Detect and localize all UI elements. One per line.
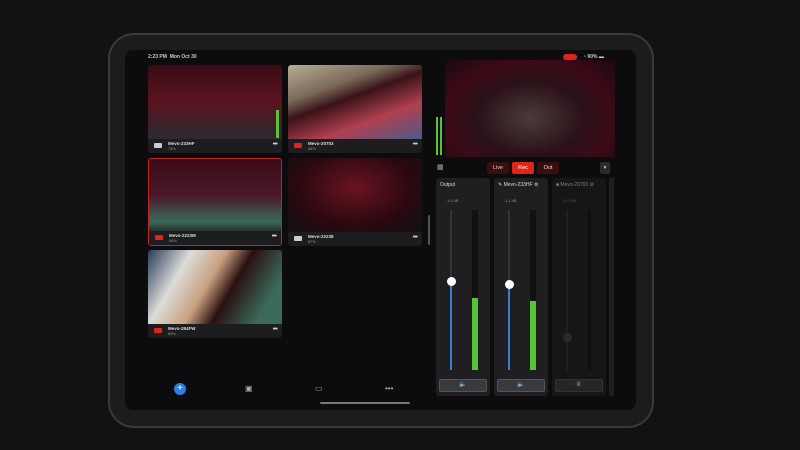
folder-icon[interactable]: ▣ [245, 384, 253, 393]
mic-icon: ✎ [498, 182, 503, 188]
camera-tile[interactable]: Mevo-233HF 74% ••• [148, 65, 282, 153]
volume-slider[interactable] [504, 210, 514, 370]
camera-name: Mevo-20703 [308, 141, 334, 146]
record-icon [155, 235, 163, 240]
dropdown-icon[interactable]: ▾ [600, 162, 610, 174]
video-feed [288, 158, 422, 232]
time: 2:23 PM [148, 54, 167, 60]
app-screen: 2:23 PM Mon Oct 30 ◔ 90% ▬ Mevo-233HF 74%… [125, 50, 636, 410]
more-icon[interactable]: ••• [273, 326, 278, 333]
video-feed [148, 250, 282, 324]
camera-tile[interactable]: Mevo-284FW 84% ••• [148, 250, 282, 338]
record-icon [294, 143, 302, 148]
mixer-channel-disabled: ■ Mevo-20703 ⚙ -10.5 dB 🔇 [552, 178, 606, 396]
live-button[interactable]: Live [487, 162, 509, 174]
rec-button[interactable]: Rec [512, 162, 534, 174]
mixer-channel-output: Output -1.6 dB 🔈 [436, 178, 490, 396]
overlay-icon[interactable]: ▦ [437, 163, 444, 171]
program-preview [445, 60, 615, 157]
more-icon[interactable]: ••• [273, 141, 278, 148]
camera-name: Mevo-22238 [308, 234, 334, 239]
camera-name: Mevo-233HF [168, 141, 195, 146]
slider-knob[interactable] [562, 333, 572, 342]
settings-icon[interactable]: ⚙ [590, 182, 594, 188]
video-feed [148, 65, 282, 139]
mute-button[interactable]: 🔇 [555, 379, 603, 392]
record-icon [154, 328, 162, 333]
more-icon[interactable]: ••• [272, 233, 277, 240]
camera-icon [154, 143, 162, 148]
camera-tile[interactable]: Mevo-22238 87% ••• [288, 158, 422, 246]
channel-name: Mevo-20703 [560, 182, 589, 188]
slider-knob[interactable] [504, 280, 514, 290]
volume-slider[interactable] [562, 210, 572, 370]
camera-battery: 84% [168, 332, 176, 336]
out-button[interactable]: Out [537, 162, 559, 174]
channel-db: -1.6 dB [446, 199, 459, 203]
volume-slider[interactable] [446, 210, 456, 370]
speaker-muted-icon: 🔇 [575, 382, 583, 388]
audio-meter [276, 110, 279, 138]
channel-name: Mevo-233HF [503, 182, 533, 188]
output-meter-left [436, 117, 438, 155]
mixer-channel: ✎ Mevo-233HF ⚙ -1.1 dB 🔈 [494, 178, 548, 396]
slider-knob[interactable] [446, 277, 456, 286]
next-channel-edge [609, 178, 614, 396]
channel-db: -1.1 dB [504, 199, 517, 203]
video-feed [288, 65, 422, 139]
video-feed [149, 159, 281, 233]
camera-icon: ■ [556, 182, 560, 188]
camera-name: Mevo-2223M [169, 233, 196, 238]
speaker-icon: 🔈 [459, 382, 467, 388]
home-indicator [320, 402, 410, 404]
more-options-button[interactable]: ••• [385, 384, 393, 393]
camera-battery: 85% [308, 147, 316, 151]
camera-icon [294, 236, 302, 241]
channel-db: -10.5 dB [562, 199, 577, 203]
library-icon[interactable]: ▭ [315, 384, 323, 393]
camera-battery: 87% [308, 240, 316, 244]
scrollbar[interactable] [428, 215, 430, 245]
camera-battery: 84% [169, 239, 177, 243]
mute-button[interactable]: 🔈 [439, 379, 487, 392]
level-meter [472, 210, 478, 370]
more-icon[interactable]: ••• [413, 141, 418, 148]
camera-tile-selected[interactable]: Mevo-2223M 84% ••• [148, 158, 282, 246]
level-meter [588, 210, 591, 370]
channel-header: ✎ Mevo-233HF ⚙ [498, 182, 538, 188]
channel-name: Output [440, 182, 456, 188]
mute-button[interactable]: 🔈 [497, 379, 545, 392]
date: Mon Oct 30 [169, 54, 197, 60]
camera-battery: 74% [168, 147, 176, 151]
add-camera-button[interactable]: + [174, 383, 186, 395]
settings-icon[interactable]: ⚙ [534, 182, 538, 188]
channel-header: ■ Mevo-20703 ⚙ [556, 182, 594, 188]
level-meter [530, 210, 536, 370]
camera-name: Mevo-284FW [168, 326, 196, 331]
more-icon[interactable]: ••• [413, 234, 418, 241]
output-meter-right [440, 117, 442, 155]
camera-tile[interactable]: Mevo-20703 85% ••• [288, 65, 422, 153]
status-time: 2:23 PM Mon Oct 30 [148, 54, 197, 60]
speaker-icon: 🔈 [517, 382, 525, 388]
